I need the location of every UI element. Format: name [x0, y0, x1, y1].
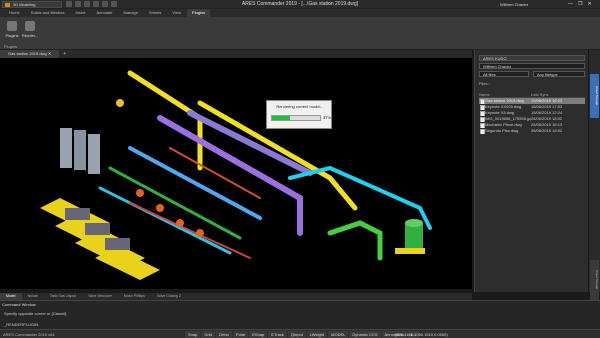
column-name[interactable]: Name	[479, 92, 531, 97]
layout-tab[interactable]: Valve Structure	[82, 293, 118, 300]
status-bar: ARES Commander 2019 x64 Snap Grid Ortho …	[0, 329, 600, 338]
kudo-title: ARES KUDO	[483, 56, 507, 61]
qinput-toggle[interactable]: QInput	[287, 331, 306, 338]
polar-toggle[interactable]: Polar	[232, 331, 249, 338]
drawing-viewport[interactable]	[0, 58, 472, 289]
tab-manage[interactable]: Manage	[119, 9, 143, 17]
document-tab-label: Gas station 2019.dwg	[8, 51, 47, 56]
render-button[interactable]: Render...	[21, 19, 39, 41]
tab-view[interactable]: View	[167, 9, 186, 17]
account-selector[interactable]: Wilfrem Chavez	[479, 63, 585, 69]
user-account[interactable]: Wilfrem Chavez	[500, 1, 528, 8]
coordinate-readout: (376.4460,1050.1510,0.0000)	[395, 332, 448, 337]
tab-annotate[interactable]: Annotate	[91, 9, 117, 17]
scope-filter-label: Any filetype	[537, 72, 558, 77]
account-label: Wilfrem Chavez	[483, 64, 512, 69]
command-history: Specify opposite corner or [Cancel]:	[4, 311, 68, 316]
command-window-title: Command Window	[2, 302, 36, 307]
file-row[interactable]: Segundo Piso.dwg 26/06/2019 18:02	[479, 128, 585, 134]
tab-solids-and-meshes[interactable]: Solids and Meshes	[26, 9, 70, 17]
progress-bar	[271, 115, 321, 121]
add-tab-button[interactable]: +	[59, 50, 70, 58]
title-bar: 3D Modeling ARES Commander 2019 - [...\G…	[0, 0, 600, 9]
tab-sheets[interactable]: Sheets	[144, 9, 166, 17]
layout-tab[interactable]: Valve Closing 2	[151, 293, 187, 300]
side-tab-cloud-storage[interactable]: Cloud Storage	[590, 74, 599, 118]
minimize-button[interactable]: —	[568, 1, 573, 8]
file-date: 26/06/2019 18:02	[531, 128, 563, 133]
file-filter-dropdown[interactable]: All files	[479, 71, 529, 77]
pipe-network	[98, 70, 432, 261]
render-icon	[25, 21, 35, 31]
status-app-label: ARES Commander 2019 x64	[3, 332, 55, 337]
kudo-panel: ARES KUDO Wilfrem Chavez All files Any f…	[474, 50, 588, 292]
layout-tab[interactable]: Tank Gas Layout	[44, 293, 82, 300]
side-tab-strip: Cloud Storage Cloud Storage	[589, 50, 600, 300]
ribbon-group-label: Plugins	[4, 44, 18, 49]
kudo-header: ARES KUDO	[479, 55, 585, 61]
render-progress-dialog: Rendering current model... 37%	[266, 100, 332, 129]
dynamic-ccs-toggle[interactable]: Dynamic CCS	[349, 331, 381, 338]
plugins-button-label: Plugins	[5, 33, 19, 38]
layout-tab[interactable]: Isolate	[22, 293, 44, 300]
model-toggle[interactable]: MODEL	[328, 331, 349, 338]
command-window: Command Window Specify opposite corner o…	[0, 300, 600, 329]
plugins-icon	[7, 21, 17, 31]
esnap-toggle[interactable]: ESnap	[249, 331, 268, 338]
tab-home[interactable]: Home	[4, 9, 25, 17]
progress-bar-fill	[272, 116, 290, 120]
scope-filter-dropdown[interactable]: Any filetype	[533, 71, 585, 77]
layout-tab-model[interactable]: Model	[0, 293, 22, 300]
render-button-label: Render...	[21, 33, 39, 38]
window-controls: — ❐ ✕	[568, 1, 592, 8]
document-tabs: Gas station 2019.dwg ✕ +	[0, 50, 472, 58]
file-list: Name Last Sync Gas station 2019.dwg 19/06/…	[479, 92, 585, 134]
progress-dialog-title: Rendering current model...	[276, 104, 324, 109]
ribbon-panel: Plugins Render... Plugins	[0, 17, 600, 50]
green-tank	[395, 219, 425, 254]
document-tab[interactable]: Gas station 2019.dwg ✕	[0, 50, 60, 58]
breadcrumb[interactable]: Files ›	[479, 81, 585, 87]
status-toggles: Snap Grid Ortho Polar ESnap ETrack QInpu…	[185, 331, 420, 338]
layout-tab[interactable]: Motor Phillips	[118, 293, 151, 300]
grid-toggle[interactable]: Grid	[201, 331, 215, 338]
ribbon-tabs: Home Solids and Meshes Insert Annotate M…	[0, 9, 600, 17]
side-tab-cloud-storage-2[interactable]: Cloud Storage	[590, 260, 599, 300]
tab-insert[interactable]: Insert	[70, 9, 90, 17]
close-button[interactable]: ✕	[587, 1, 591, 8]
column-last-sync[interactable]: Last Sync	[531, 92, 585, 97]
close-tab-icon[interactable]: ✕	[48, 51, 51, 56]
command-input[interactable]: _RENDERPLUGIN	[4, 322, 38, 327]
etrack-toggle[interactable]: ETrack	[268, 331, 287, 338]
file-name: Segundo Piso.dwg	[479, 128, 531, 134]
plugins-button[interactable]: Plugins	[3, 19, 21, 41]
ortho-toggle[interactable]: Ortho	[215, 331, 232, 338]
snap-toggle[interactable]: Snap	[185, 331, 201, 338]
tab-plugins[interactable]: Plugins	[187, 9, 211, 17]
maximize-button[interactable]: ❐	[578, 1, 582, 8]
plant-model-render	[40, 70, 432, 280]
file-filter-label: All files	[483, 72, 496, 77]
progress-percent: 37%	[323, 115, 332, 120]
lweight-toggle[interactable]: LWeight	[306, 331, 328, 338]
layout-tabs: Model Isolate Tank Gas Layout Valve Stru…	[0, 293, 472, 300]
